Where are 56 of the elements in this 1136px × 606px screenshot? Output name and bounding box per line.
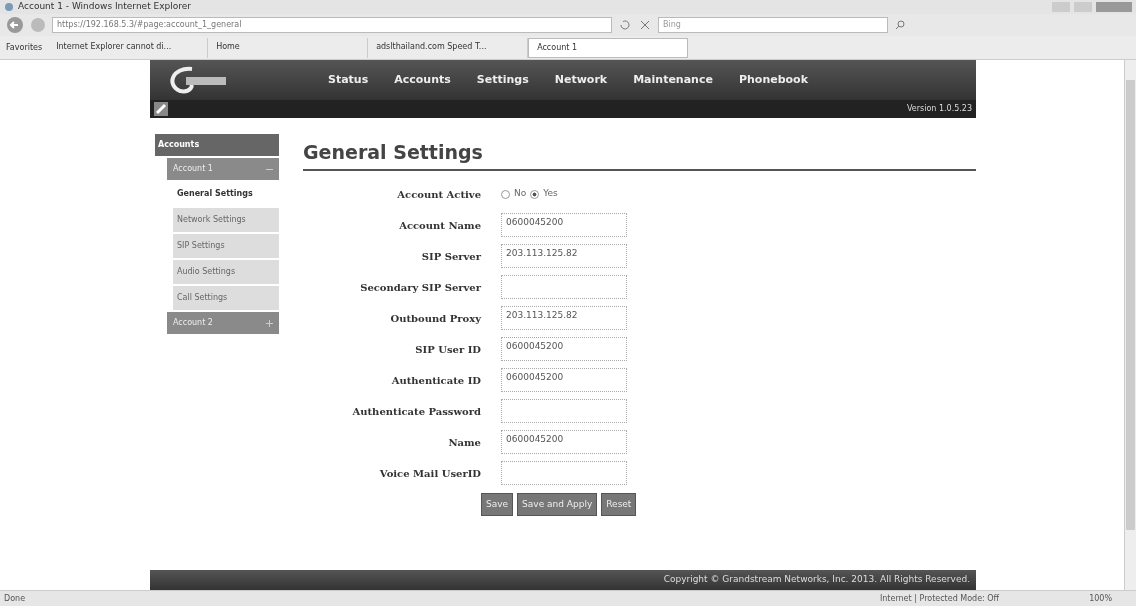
field-label: Name <box>447 435 481 450</box>
nav-link[interactable]: Network <box>554 71 608 89</box>
field-label: Authenticate Password <box>351 404 481 419</box>
option-label: Yes <box>543 187 558 201</box>
input-field[interactable]: 0600045200 <box>501 430 627 454</box>
nav-link[interactable]: Accounts <box>394 71 451 89</box>
input-field[interactable]: 0600045200 <box>501 368 627 392</box>
nav-link[interactable]: Maintenance <box>633 71 713 89</box>
field-label: Account Active <box>396 187 481 202</box>
sidebar-item[interactable]: Network Settings <box>173 208 279 232</box>
stop-icon[interactable] <box>638 18 652 32</box>
zoom-button[interactable]: 100% <box>1089 592 1112 605</box>
plus-icon <box>266 319 273 327</box>
address-field[interactable]: https://192.168.5.3/#page:account_1_general <box>52 17 612 33</box>
search-icon[interactable] <box>894 19 906 31</box>
input-field[interactable]: 0600045200 <box>501 213 627 237</box>
window-title: Account 1 - Windows Internet Explorer <box>18 0 191 14</box>
scrollbar[interactable] <box>1124 60 1136 590</box>
field-label: Voice Mail UserID <box>378 466 481 481</box>
version-text: Version 1.0.5.23 <box>906 103 972 115</box>
favorites-button[interactable]: Favorites <box>6 41 43 54</box>
nav-link[interactable]: Status <box>328 71 369 89</box>
radio-button[interactable] <box>530 189 540 199</box>
field-label: SIP User ID <box>414 342 481 357</box>
browser-tab[interactable]: Internet Explorer cannot di... <box>48 37 209 58</box>
browser-tab[interactable]: Home <box>208 37 369 58</box>
page-title: General Settings <box>303 138 976 171</box>
sidebar-item[interactable]: Audio Settings <box>173 260 279 284</box>
field-label: Account Name <box>398 218 481 233</box>
input-field[interactable] <box>501 275 627 299</box>
input-field[interactable]: 203.113.125.82 <box>501 244 627 268</box>
sidebar-item[interactable]: Call Settings <box>173 286 279 310</box>
option-label: No <box>514 187 527 201</box>
back-icon[interactable] <box>6 16 24 34</box>
copyright-text: Copyright © Grandstream Networks, Inc. 2013. All Rights Reserved. <box>663 573 970 587</box>
field-label: Outbound Proxy <box>389 311 481 326</box>
nav-link[interactable]: Phonebook <box>738 71 808 89</box>
form-button[interactable]: Reset <box>601 492 637 516</box>
form-button[interactable]: Save <box>481 492 514 516</box>
browser-tab[interactable]: Account 1 <box>528 37 689 58</box>
sidebar-title: Accounts <box>155 134 279 156</box>
input-field[interactable]: 203.113.125.82 <box>501 306 627 330</box>
refresh-icon[interactable] <box>618 18 632 32</box>
nav-link[interactable]: Settings <box>476 71 529 89</box>
input-field[interactable]: 0600045200 <box>501 337 627 361</box>
field-label: Secondary SIP Server <box>359 280 481 295</box>
radio-button[interactable] <box>501 189 510 199</box>
input-field[interactable] <box>501 399 627 423</box>
field-label: SIP Server <box>420 249 481 264</box>
field-label: Authenticate ID <box>390 373 481 388</box>
sidebar-item[interactable]: SIP Settings <box>173 234 279 258</box>
input-field[interactable] <box>501 461 627 485</box>
browser-icon <box>4 2 14 12</box>
form-button[interactable]: Save and Apply <box>517 492 598 516</box>
status-text: Done <box>4 592 26 605</box>
zone-text: Internet | Protected Mode: Off <box>879 592 1000 605</box>
